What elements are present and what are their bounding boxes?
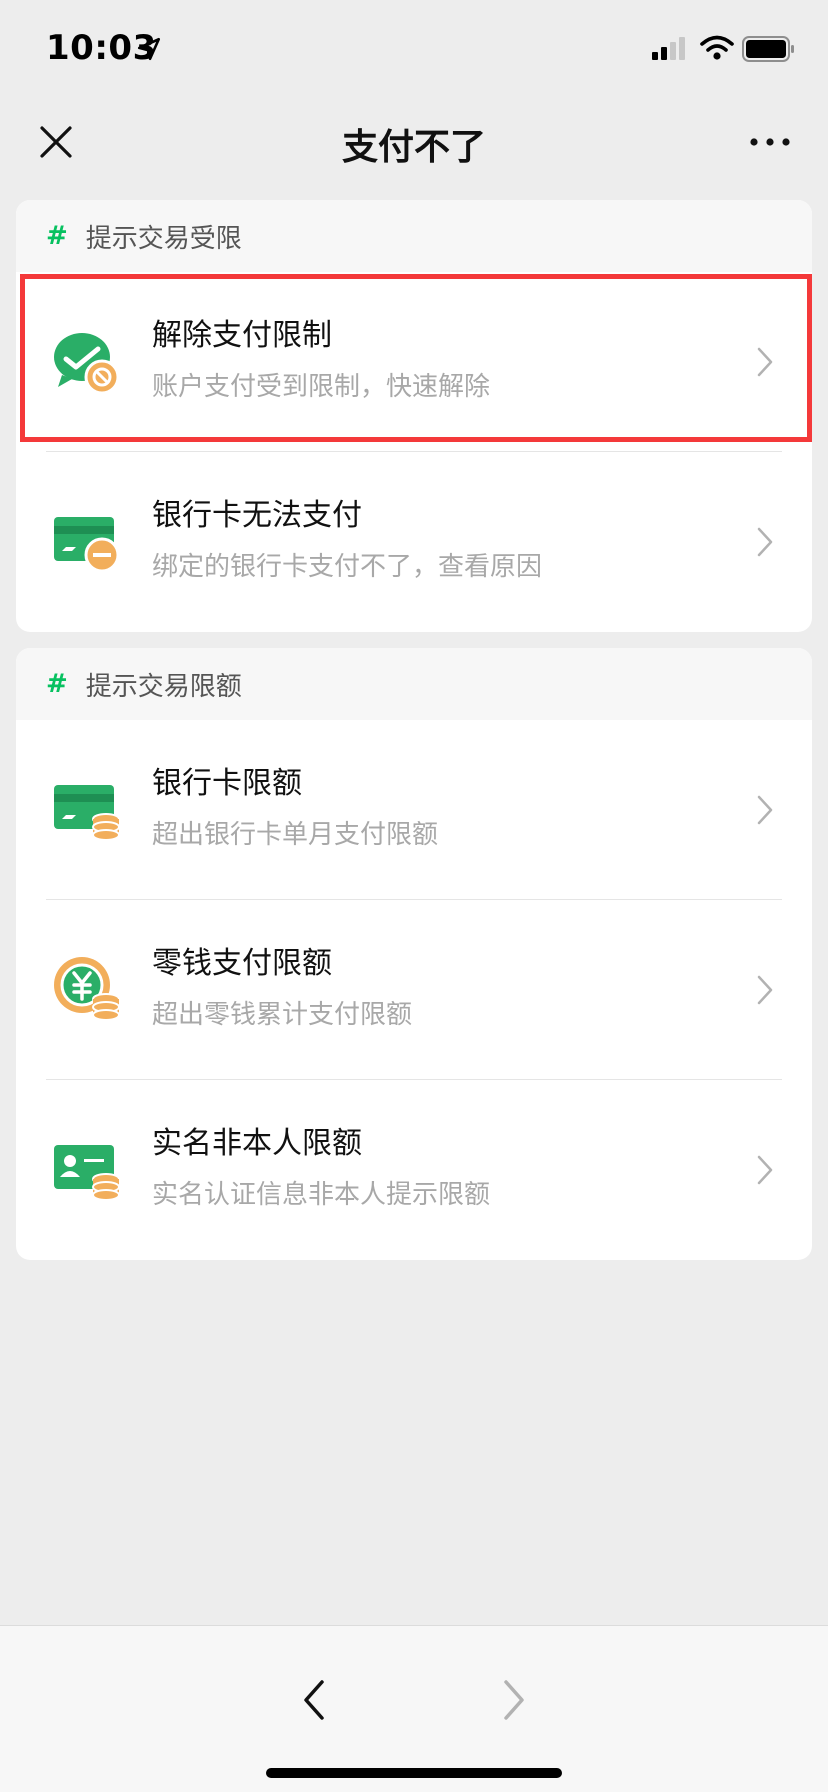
item-subtitle: 超出银行卡单月支付限额 [152,820,439,850]
list-item-bank-card-limit[interactable]: 银行卡限额 超出银行卡单月支付限额 [16,720,812,900]
location-arrow-icon [137,37,161,61]
section-label: 提示交易限额 [85,671,242,702]
item-subtitle: 账户支付受到限制，快速解除 [152,372,491,402]
hash-icon: # [46,221,68,251]
id-card-coins-icon [54,1145,120,1201]
status-bar: 10:03 [0,0,828,100]
chevron-right-icon [757,795,773,825]
bottom-toolbar [0,1625,828,1792]
section-header: # 提示交易受限 [16,200,812,272]
item-title: 零钱支付限额 [152,946,332,981]
list-item-remove-payment-restriction[interactable]: 解除支付限制 账户支付受到限制，快速解除 [16,272,812,452]
hash-icon: # [46,669,68,699]
back-arrow-icon[interactable] [300,1678,328,1722]
list-item-bank-card-cannot-pay[interactable]: 银行卡无法支付 绑定的银行卡支付不了，查看原因 [16,452,812,632]
chevron-right-icon [757,975,773,1005]
section-trade-limits: # 提示交易限额 银行卡限额 超出银行卡单月支付限额 零钱支付限额 超出零钱累计… [16,648,812,1260]
item-title: 解除支付限制 [152,318,332,353]
yuan-coin-icon [54,957,120,1021]
chevron-right-icon [757,527,773,557]
home-indicator [266,1768,562,1778]
item-title: 实名非本人限额 [152,1126,362,1161]
item-subtitle: 实名认证信息非本人提示限额 [152,1180,491,1210]
wifi-icon [700,35,734,60]
cellular-signal-icon [652,37,685,60]
bank-card-coins-icon [54,785,120,841]
section-header: # 提示交易限额 [16,648,812,720]
item-title: 银行卡限额 [152,766,302,801]
bank-card-blocked-icon [54,517,120,573]
item-subtitle: 超出零钱累计支付限额 [152,1000,413,1030]
chevron-right-icon [757,1155,773,1185]
battery-icon [742,36,794,62]
nav-bar: 支付不了 [0,100,828,200]
section-trade-restricted: # 提示交易受限 解除支付限制 账户支付受到限制，快速解除 银行卡无法支付 绑定… [16,200,812,632]
section-label: 提示交易受限 [85,223,242,254]
list-item-realname-not-self-limit[interactable]: 实名非本人限额 实名认证信息非本人提示限额 [16,1080,812,1260]
wechat-pay-restricted-icon [54,333,120,395]
page-title: 支付不了 [341,127,486,168]
chevron-right-icon [757,347,773,377]
forward-arrow-icon[interactable] [500,1678,528,1722]
item-title: 银行卡无法支付 [152,498,362,533]
list-item-change-payment-limit[interactable]: 零钱支付限额 超出零钱累计支付限额 [16,900,812,1080]
more-options-icon[interactable] [748,130,792,154]
item-subtitle: 绑定的银行卡支付不了，查看原因 [152,552,543,582]
